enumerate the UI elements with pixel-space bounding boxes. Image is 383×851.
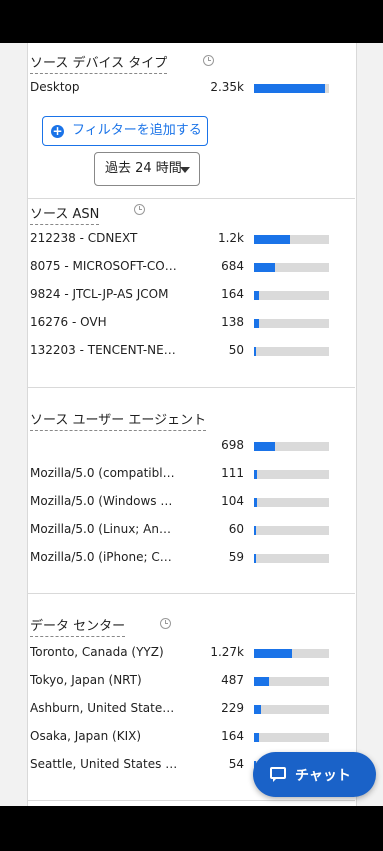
item-label: 132203 - TENCENT-NET-AP-CN	[30, 343, 178, 357]
proportion-bar	[254, 470, 329, 479]
proportion-bar-fill	[254, 442, 275, 451]
item-label: Desktop	[30, 80, 80, 94]
proportion-bar	[254, 554, 329, 563]
proportion-bar-fill	[254, 705, 261, 714]
proportion-bar	[254, 526, 329, 535]
list-item[interactable]: 212238 - CDNEXT 1.2k	[30, 231, 330, 249]
proportion-bar	[254, 498, 329, 507]
item-value: 164	[221, 729, 244, 743]
list-item[interactable]: 9824 - JTCL-JP-AS JCOM 164	[30, 287, 330, 305]
proportion-bar-fill	[254, 649, 292, 658]
proportion-bar-fill	[254, 263, 275, 272]
list-item[interactable]: Mozilla/5.0 (compatible; bot) 111	[30, 466, 330, 484]
item-value: 54	[228, 757, 244, 771]
divider	[27, 198, 355, 199]
divider	[27, 593, 355, 594]
proportion-bar-fill	[254, 470, 257, 479]
list-item[interactable]: 8075 - MICROSOFT-CORP-MSN-AS-BLOCK 684	[30, 259, 330, 277]
list-item[interactable]: Mozilla/5.0 (Linux; Android) 60	[30, 522, 330, 540]
item-label: Seattle, United States (SEA)	[30, 757, 178, 771]
chat-label: チャット	[295, 768, 351, 784]
item-label: 16276 - OVH	[30, 315, 107, 329]
divider	[27, 387, 355, 388]
chevron-down-icon	[180, 167, 190, 173]
item-value: 59	[228, 550, 244, 564]
divider	[27, 800, 355, 801]
proportion-bar-fill	[254, 677, 269, 686]
item-value: 60	[228, 522, 244, 536]
proportion-bar-fill	[254, 733, 259, 742]
proportion-bar	[254, 319, 329, 328]
item-value: 104	[221, 494, 244, 508]
item-value: 164	[221, 287, 244, 301]
proportion-bar	[254, 733, 329, 742]
list-item[interactable]: 16276 - OVH 138	[30, 315, 330, 333]
item-label: 9824 - JTCL-JP-AS JCOM	[30, 287, 169, 301]
proportion-bar	[254, 705, 329, 714]
proportion-bar	[254, 235, 329, 244]
proportion-bar-fill	[254, 319, 259, 328]
list-item[interactable]: Ashburn, United States (IAD) 229	[30, 701, 330, 719]
list-item[interactable]: Tokyo, Japan (NRT) 487	[30, 673, 330, 691]
proportion-bar-fill	[254, 235, 290, 244]
proportion-bar	[254, 263, 329, 272]
item-value: 138	[221, 315, 244, 329]
time-range-select[interactable]: 過去 24 時間	[94, 152, 200, 186]
add-icon: +	[51, 124, 64, 138]
chat-bubble-icon	[270, 767, 286, 782]
proportion-bar	[254, 291, 329, 300]
analytics-page: ソース デバイス タイプ Desktop 2.35k + フィルターを追加する 過…	[0, 43, 383, 806]
device-type-title: ソース デバイス タイプ	[30, 52, 168, 74]
item-label: Osaka, Japan (KIX)	[30, 729, 142, 743]
proportion-bar	[254, 84, 329, 93]
proportion-bar-fill	[254, 498, 257, 507]
item-value: 698	[221, 438, 244, 452]
item-label: Mozilla/5.0 (Linux; Android)	[30, 522, 178, 536]
list-item[interactable]: Desktop 2.35k	[30, 80, 330, 98]
add-filter-label: フィルターを追加する	[72, 123, 202, 138]
navigation-bar	[0, 806, 383, 851]
item-value: 111	[221, 466, 244, 480]
item-label: 8075 - MICROSOFT-CORP-MSN-AS-BLOCK	[30, 259, 178, 273]
item-label: Mozilla/5.0 (iPhone; CPU iPhone OS)	[30, 550, 178, 564]
list-item[interactable]: Osaka, Japan (KIX) 164	[30, 729, 330, 747]
proportion-bar-fill	[254, 291, 259, 300]
list-item[interactable]: 132203 - TENCENT-NET-AP-CN 50	[30, 343, 330, 361]
data-center-title: データ センター	[30, 615, 126, 637]
list-item[interactable]: Mozilla/5.0 (iPhone; CPU iPhone OS) 59	[30, 550, 330, 568]
status-bar	[0, 0, 383, 43]
item-value: 487	[221, 673, 244, 687]
item-value: 1.27k	[210, 645, 244, 659]
add-filter-button[interactable]: + フィルターを追加する	[42, 116, 208, 146]
item-value: 50	[228, 343, 244, 357]
list-item[interactable]: 698	[30, 438, 330, 456]
item-value: 229	[221, 701, 244, 715]
list-item[interactable]: Mozilla/5.0 (Windows NT 10.0) 104	[30, 494, 330, 512]
item-value: 1.2k	[217, 231, 244, 245]
proportion-bar	[254, 347, 329, 356]
clock-icon[interactable]	[160, 618, 171, 629]
item-label: Mozilla/5.0 (Windows NT 10.0)	[30, 494, 178, 508]
item-label: Tokyo, Japan (NRT)	[30, 673, 142, 687]
proportion-bar-fill	[254, 526, 256, 535]
proportion-bar	[254, 649, 329, 658]
proportion-bar	[254, 442, 329, 451]
item-label: 212238 - CDNEXT	[30, 231, 138, 245]
item-value: 684	[221, 259, 244, 273]
item-label: Mozilla/5.0 (compatible; bot)	[30, 466, 178, 480]
asn-title: ソース ASN	[30, 203, 100, 225]
item-label: Toronto, Canada (YYZ)	[30, 645, 164, 659]
proportion-bar-fill	[254, 84, 325, 93]
list-item[interactable]: Toronto, Canada (YYZ) 1.27k	[30, 645, 330, 663]
clock-icon[interactable]	[203, 55, 214, 66]
chat-button[interactable]: チャット	[253, 752, 376, 797]
proportion-bar-fill	[254, 347, 256, 356]
proportion-bar	[254, 677, 329, 686]
clock-icon[interactable]	[134, 204, 145, 215]
item-label: Ashburn, United States (IAD)	[30, 701, 178, 715]
item-value: 2.35k	[210, 80, 244, 94]
time-range-value: 過去 24 時間	[105, 161, 182, 176]
proportion-bar-fill	[254, 554, 256, 563]
user-agent-title: ソース ユーザー エージェント	[30, 409, 207, 431]
